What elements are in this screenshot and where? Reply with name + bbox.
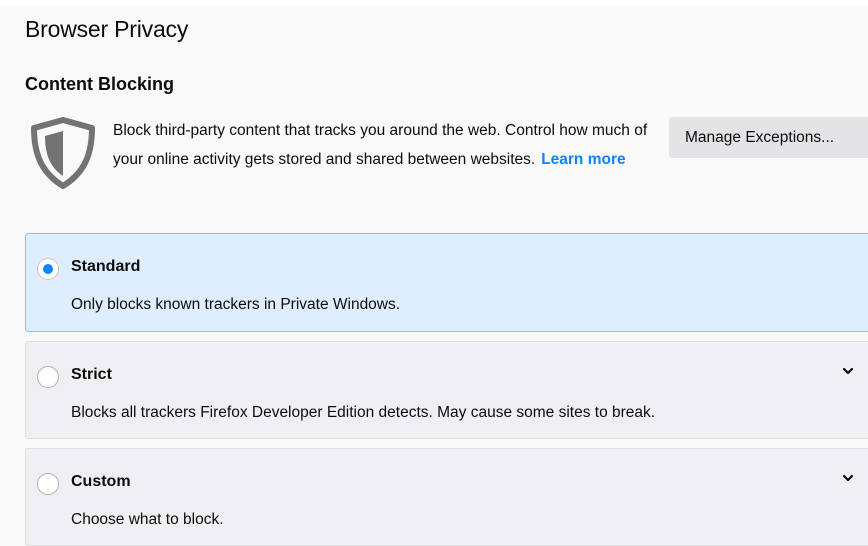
standard-radio[interactable] [37,258,59,280]
chevron-down-icon[interactable] [842,472,854,484]
manage-exceptions-button[interactable]: Manage Exceptions... [669,117,868,158]
shield-icon [31,117,95,189]
chevron-down-icon[interactable] [842,365,854,377]
custom-radio[interactable] [37,473,59,495]
standard-label: Standard [71,258,141,275]
page-title: Browser Privacy [25,16,189,42]
standard-description: Only blocks known trackers in Private Wi… [71,296,401,313]
option-custom[interactable]: Custom Choose what to block. [25,448,868,546]
strict-label: Strict [71,366,112,383]
custom-description: Choose what to block. [71,511,224,528]
option-standard[interactable]: Standard Only blocks known trackers in P… [25,233,868,332]
content-blocking-heading: Content Blocking [25,74,174,94]
strict-description: Blocks all trackers Firefox Developer Ed… [71,404,656,421]
learn-more-link[interactable]: Learn more [541,151,625,168]
content-blocking-description: Block third-party content that tracks yo… [113,116,658,174]
strict-radio[interactable] [37,366,59,388]
custom-label: Custom [71,473,131,490]
preferences-page: Browser Privacy Content Blocking Block t… [0,0,868,546]
option-strict[interactable]: Strict Blocks all trackers Firefox Devel… [25,341,868,439]
top-strip [0,0,868,6]
